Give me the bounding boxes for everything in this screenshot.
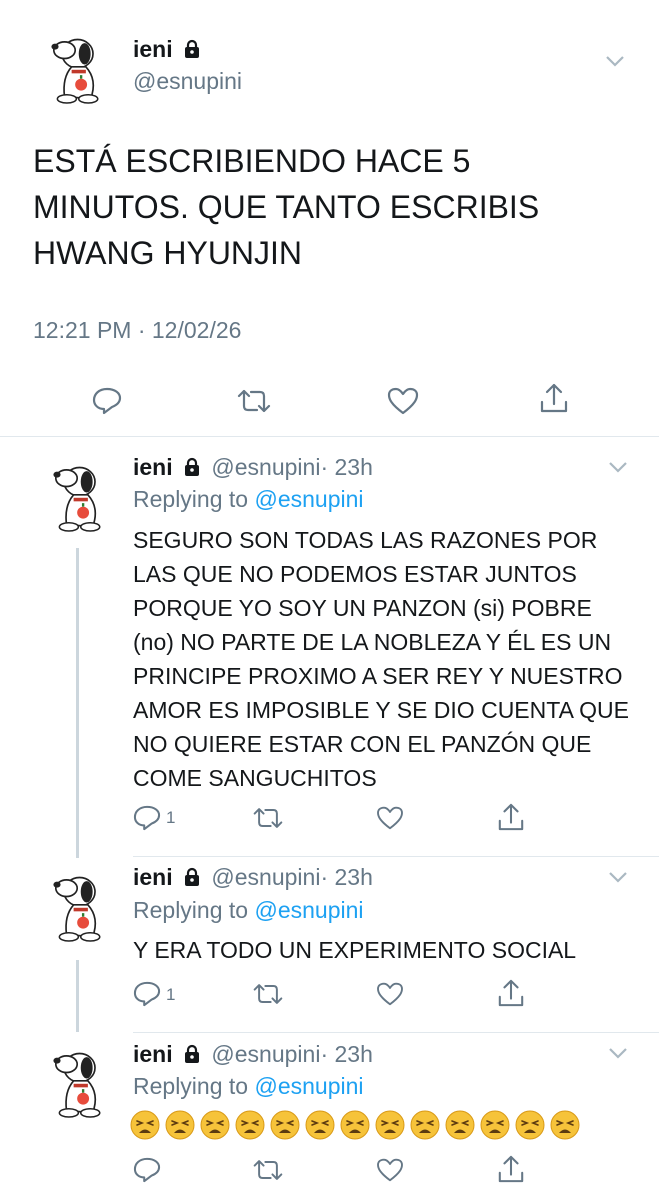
share-icon[interactable] <box>497 802 525 832</box>
retweet-icon[interactable] <box>252 806 284 830</box>
like-icon[interactable] <box>387 387 419 415</box>
share-icon[interactable] <box>497 978 525 1008</box>
weary-face-emoji <box>375 1110 405 1140</box>
weary-face-emoji <box>480 1110 510 1140</box>
reply-header[interactable]: ieni @esnupini· 23h <box>133 1040 373 1068</box>
chevron-down-icon[interactable] <box>607 1046 629 1060</box>
weary-face-emoji <box>200 1110 230 1140</box>
reply-header[interactable]: ieni @esnupini· 23h <box>133 863 373 891</box>
tweet-text: Y ERA TODO UN EXPERIMENTO SOCIAL <box>133 937 577 963</box>
reply-count: 1 <box>166 985 176 1004</box>
author-handle: @esnupini <box>211 1041 321 1067</box>
author-name: ieni <box>133 454 173 480</box>
chevron-down-icon[interactable] <box>604 54 626 68</box>
lock-icon <box>185 867 200 886</box>
like-icon[interactable] <box>376 806 404 830</box>
replying-to-link[interactable]: @esnupini <box>254 897 363 923</box>
chevron-down-icon[interactable] <box>607 460 629 474</box>
replying-to: Replying to @esnupini <box>133 485 364 513</box>
reply-count: 1 <box>166 808 176 827</box>
weary-face-emoji <box>165 1110 195 1140</box>
share-icon[interactable] <box>539 382 569 414</box>
tweet-time: · 23h <box>320 1041 373 1067</box>
thread-line <box>76 960 79 1032</box>
author-name: ieni <box>133 1041 173 1067</box>
weary-face-emoji <box>305 1110 335 1140</box>
weary-face-emoji <box>270 1110 300 1140</box>
avatar[interactable] <box>38 868 114 944</box>
author-handle: @esnupini <box>211 864 321 890</box>
reply-icon[interactable] <box>133 1157 161 1183</box>
lock-icon <box>185 457 200 476</box>
author-name-row[interactable]: ieni <box>133 35 201 63</box>
replying-to-link[interactable]: @esnupini <box>254 1073 363 1099</box>
retweet-icon[interactable] <box>236 388 272 414</box>
avatar[interactable] <box>36 30 112 106</box>
thread-line <box>76 548 79 858</box>
weary-face-emoji <box>410 1110 440 1140</box>
author-handle[interactable]: @esnupini <box>133 67 242 95</box>
weary-face-emoji <box>340 1110 370 1140</box>
chevron-down-icon[interactable] <box>607 870 629 884</box>
replying-to-link[interactable]: @esnupini <box>254 486 363 512</box>
replying-label: Replying to <box>133 1073 249 1099</box>
reply-icon[interactable] <box>92 387 122 415</box>
emoji-row <box>130 1110 580 1140</box>
replying-label: Replying to <box>133 897 249 923</box>
weary-face-emoji <box>515 1110 545 1140</box>
divider <box>133 856 659 857</box>
replying-to: Replying to @esnupini <box>133 896 364 924</box>
reply-icon[interactable] <box>133 805 161 831</box>
avatar[interactable] <box>38 1044 114 1120</box>
retweet-icon[interactable] <box>252 982 284 1006</box>
like-icon[interactable] <box>376 982 404 1006</box>
author-name: ieni <box>133 864 173 890</box>
author-handle: @esnupini <box>211 454 321 480</box>
tweet-time: · 23h <box>320 864 373 890</box>
lock-icon <box>185 1044 200 1063</box>
weary-face-emoji <box>235 1110 265 1140</box>
reply-header[interactable]: ieni @esnupini· 23h <box>133 453 373 481</box>
replying-to: Replying to @esnupini <box>133 1072 364 1100</box>
weary-face-emoji <box>445 1110 475 1140</box>
retweet-icon[interactable] <box>252 1158 284 1182</box>
like-icon[interactable] <box>376 1158 404 1182</box>
replying-label: Replying to <box>133 486 249 512</box>
divider <box>133 1032 659 1033</box>
share-icon[interactable] <box>497 1154 525 1184</box>
tweet-time: · 23h <box>320 454 373 480</box>
lock-icon <box>185 39 200 58</box>
author-name: ieni <box>133 36 173 62</box>
avatar[interactable] <box>38 458 114 534</box>
weary-face-emoji <box>130 1110 160 1140</box>
tweet-text: ESTÁ ESCRIBIENDO HACE 5 MINUTOS. QUE TAN… <box>33 143 540 271</box>
tweet-text: SEGURO SON TODAS LAS RAZONES POR LAS QUE… <box>133 527 629 791</box>
weary-face-emoji <box>550 1110 580 1140</box>
tweet-timestamp: 12:21 PM · 12/02/26 <box>33 317 242 343</box>
reply-icon[interactable] <box>133 981 161 1007</box>
divider <box>0 436 659 437</box>
